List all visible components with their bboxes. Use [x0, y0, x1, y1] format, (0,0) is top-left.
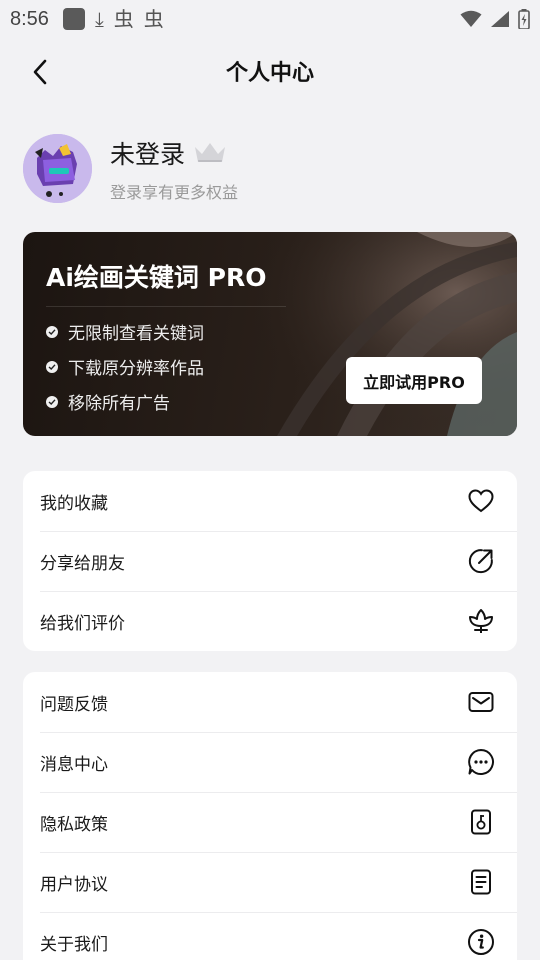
- menu-item-about-us[interactable]: 关于我们: [23, 912, 517, 960]
- menu-item-label: 用户协议: [40, 874, 108, 895]
- pro-feature-item: 无限制查看关键词: [46, 314, 204, 349]
- page-title: 个人中心: [225, 61, 314, 86]
- chevron-left-icon: [33, 59, 47, 85]
- mail-icon: [467, 688, 495, 716]
- menu-item-rate-us[interactable]: 给我们评价: [23, 591, 517, 651]
- status-time: 8:56: [10, 7, 49, 30]
- check-icon: [46, 360, 58, 373]
- status-bar: 8:56 ⤓ 虫 虫: [0, 0, 540, 38]
- share-icon: [467, 547, 495, 575]
- pro-divider: [46, 306, 286, 307]
- battery-icon: [518, 9, 530, 29]
- info-icon: [467, 928, 495, 956]
- app-square-icon: [62, 8, 85, 30]
- menu-item-feedback[interactable]: 问题反馈: [23, 672, 517, 732]
- bug-icon: 虫: [113, 7, 134, 31]
- menu-item-share[interactable]: 分享给朋友: [23, 531, 517, 591]
- flower-icon: [467, 607, 495, 635]
- menu-item-privacy[interactable]: 隐私政策: [23, 792, 517, 852]
- menu-item-label: 隐私政策: [40, 814, 108, 835]
- pro-promo-card[interactable]: Ai绘画关键词 PRO 无限制查看关键词 下载原分辨率作品 移除所有广告 立即试…: [23, 232, 517, 436]
- pro-feature-label: 移除所有广告: [68, 394, 170, 414]
- menu-item-favorites[interactable]: 我的收藏: [23, 471, 517, 531]
- check-icon: [46, 325, 58, 338]
- user-name[interactable]: 未登录: [110, 135, 185, 171]
- avatar[interactable]: [23, 134, 92, 203]
- menu-item-user-agreement[interactable]: 用户协议: [23, 852, 517, 912]
- menu-group-primary: 我的收藏 分享给朋友 给我们评价: [23, 471, 517, 651]
- download-icon: ⤓: [94, 7, 104, 31]
- bug-icon: 虫: [143, 7, 164, 31]
- menu-item-label: 我的收藏: [40, 493, 108, 514]
- menu-item-label: 分享给朋友: [40, 553, 125, 574]
- pro-feature-item: 移除所有广告: [46, 384, 204, 419]
- pro-title: Ai绘画关键词 PRO: [46, 263, 267, 292]
- check-icon: [46, 395, 58, 408]
- document-icon: [467, 868, 495, 896]
- menu-item-label: 问题反馈: [40, 694, 108, 715]
- back-button[interactable]: [20, 52, 60, 92]
- menu-item-messages[interactable]: 消息中心: [23, 732, 517, 792]
- pro-feature-label: 无限制查看关键词: [68, 324, 204, 344]
- login-benefits-text: 登录享有更多权益: [110, 182, 239, 202]
- menu-item-label: 关于我们: [40, 934, 108, 955]
- pro-feature-item: 下载原分辨率作品: [46, 349, 204, 384]
- crown-icon: [195, 142, 226, 162]
- menu-item-label: 给我们评价: [40, 613, 125, 634]
- pro-feature-label: 下载原分辨率作品: [68, 359, 204, 379]
- menu-group-secondary: 问题反馈 消息中心 隐私政策 用户协议 关于我们: [23, 672, 517, 960]
- menu-item-label: 消息中心: [40, 754, 108, 775]
- wifi-icon: [460, 10, 482, 27]
- try-pro-button[interactable]: 立即试用PRO: [346, 357, 482, 404]
- heart-icon: [467, 487, 495, 515]
- privacy-icon: [467, 808, 495, 836]
- profile-section[interactable]: 未登录 登录享有更多权益: [23, 134, 238, 203]
- pro-feature-list: 无限制查看关键词 下载原分辨率作品 移除所有广告: [46, 314, 204, 419]
- chat-icon: [467, 748, 495, 776]
- header: 个人中心: [0, 46, 540, 96]
- signal-icon: [491, 11, 509, 27]
